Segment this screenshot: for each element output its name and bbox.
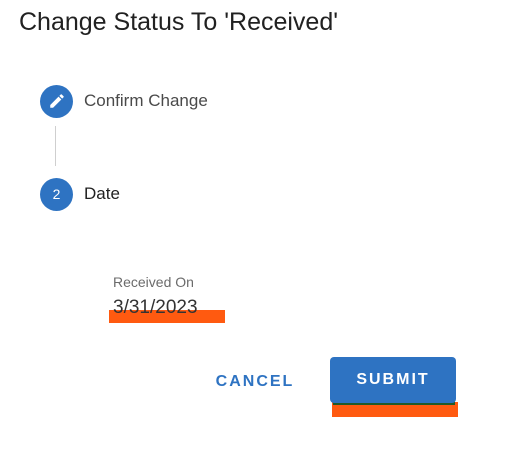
step-label-date: Date <box>84 184 120 203</box>
submit-button[interactable]: SUBMIT <box>330 357 456 403</box>
step-completed-badge <box>40 84 73 118</box>
pencil-icon <box>49 94 64 108</box>
step-connector <box>55 126 56 166</box>
step-label-confirm-change: Confirm Change <box>84 91 208 110</box>
received-on-label: Received On <box>113 274 194 290</box>
step-confirm-change: Confirm Change <box>40 84 208 118</box>
received-on-date-field[interactable]: 3/31/2023 <box>113 297 198 319</box>
step-date: 2 Date <box>40 177 120 211</box>
cancel-button[interactable]: CANCEL <box>204 362 306 402</box>
dialog-title: Change Status To 'Received' <box>19 8 339 36</box>
step-number-badge: 2 <box>40 177 73 211</box>
